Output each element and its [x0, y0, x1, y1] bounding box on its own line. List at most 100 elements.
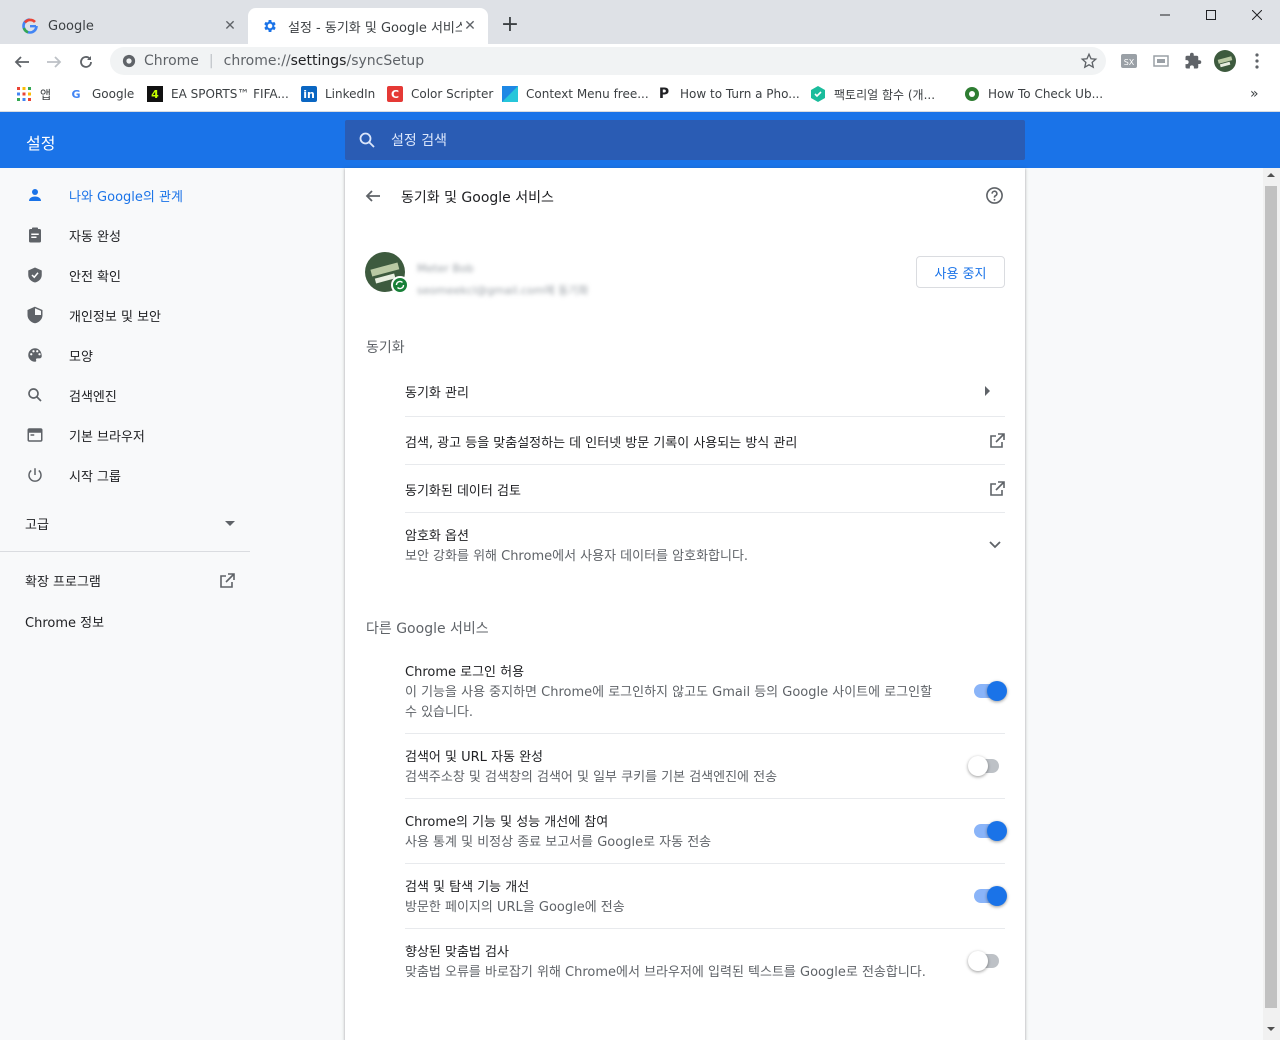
svg-text:SX: SX [1124, 58, 1135, 67]
ea-sports-icon: 4 [147, 86, 163, 102]
bookmark-google[interactable]: G Google [68, 84, 134, 104]
spellcheck-toggle[interactable] [968, 951, 1002, 971]
bookmark-context-menu[interactable]: Context Menu free... [502, 84, 649, 104]
sidebar-item-default-browser[interactable]: 기본 브라우저 [0, 415, 250, 455]
account-email: seomeekcl@gmail.com에 동기화 [417, 284, 589, 297]
palette-icon [25, 345, 45, 365]
tab-title: Google [48, 18, 94, 34]
extensions-puzzle-icon[interactable] [1184, 52, 1202, 70]
row-divider [405, 928, 1005, 929]
extension-sx-icon[interactable]: SX [1120, 52, 1138, 70]
reload-button[interactable] [72, 48, 100, 76]
turn-off-sync-button[interactable]: 사용 중지 [916, 256, 1005, 288]
close-icon[interactable]: ✕ [462, 18, 478, 34]
sidebar-item-search-engine[interactable]: 검색엔진 [0, 375, 250, 415]
address-bar[interactable]: Chrome | chrome://settings/syncSetup [110, 47, 1106, 75]
window-close-button[interactable] [1234, 0, 1280, 30]
sidebar-item-label: 시작 그룹 [69, 469, 121, 485]
more-menu-icon[interactable] [1248, 52, 1266, 70]
spellcheck-row: 향상된 맞춤법 검사 맞춤법 오류를 바로잡기 위해 Chrome에서 브라우저… [405, 945, 926, 980]
chevron-down-icon[interactable] [989, 541, 1001, 549]
bookmark-factorial[interactable]: 팩토리얼 함수 (개... [810, 84, 935, 104]
open-in-new-icon [219, 572, 235, 589]
settings-gear-icon [262, 18, 278, 34]
bookmark-apps[interactable]: 앱 [16, 84, 51, 104]
row-divider [405, 798, 1005, 799]
bookmark-check-ubuntu[interactable]: How To Check Ub... [964, 84, 1103, 104]
sidebar-item-on-startup[interactable]: 시작 그룹 [0, 455, 250, 495]
tab-title: 설정 - 동기화 및 Google 서비스 [288, 20, 462, 36]
new-tab-button[interactable]: + [498, 14, 522, 38]
bookmark-color-scripter[interactable]: C Color Scripter [387, 84, 493, 104]
sidebar-item-label: 자동 완성 [69, 229, 121, 245]
bookmark-ea-sports[interactable]: 4 EA SPORTS™ FIFA... [147, 84, 289, 104]
improve-chrome-row: Chrome의 기능 및 성능 개선에 참여 사용 통계 및 비정상 종료 보고… [405, 815, 712, 850]
gear-site-icon [964, 86, 980, 102]
scrollbar-thumb[interactable] [1265, 186, 1277, 1008]
row-divider [405, 464, 1005, 465]
improve-search-toggle[interactable] [971, 886, 1007, 906]
review-synced-data-row[interactable]: 동기화된 데이터 검토 [405, 479, 1005, 499]
sidebar-divider [0, 551, 250, 552]
extension-screen-icon[interactable] [1152, 52, 1170, 70]
url-text: chrome://settings/syncSetup [223, 53, 425, 69]
power-icon [25, 465, 45, 485]
improve-chrome-toggle[interactable] [971, 821, 1007, 841]
scroll-down-arrow-icon[interactable] [1267, 1026, 1275, 1032]
tab-google[interactable]: Google ✕ [8, 8, 248, 44]
p-site-icon: P [658, 86, 670, 102]
settings-search-input[interactable]: 설정 검색 [345, 120, 1025, 160]
sidebar-item-autofill[interactable]: 자동 완성 [0, 215, 250, 255]
bookmark-star-icon[interactable] [1080, 52, 1098, 70]
help-icon[interactable] [985, 186, 1004, 205]
autocomplete-toggle[interactable] [968, 756, 1002, 776]
shield-half-icon [25, 305, 45, 325]
apps-grid-icon [16, 86, 32, 102]
clipboard-icon [25, 225, 45, 245]
sidebar-about-chrome[interactable]: Chrome 정보 [25, 612, 104, 631]
row-divider [405, 416, 1005, 417]
sidebar-item-label: 안전 확인 [69, 269, 121, 285]
back-arrow-icon[interactable] [365, 188, 381, 204]
caret-down-icon [225, 520, 235, 527]
sidebar-item-label: 검색엔진 [69, 389, 117, 405]
bookmark-turn-photo[interactable]: P How to Turn a Pho... [656, 84, 800, 104]
open-in-new-icon [989, 433, 1005, 449]
row-divider [405, 863, 1005, 864]
autocomplete-row: 검색어 및 URL 자동 완성 검색주소창 및 검색창의 검색어 및 일부 쿠키… [405, 750, 778, 785]
linkedin-icon: in [301, 86, 317, 102]
close-icon[interactable]: ✕ [222, 18, 238, 34]
tab-settings[interactable]: 설정 - 동기화 및 Google 서비스 ✕ [248, 8, 488, 44]
sidebar-item-label: 나와 Google의 관계 [69, 189, 183, 205]
chrome-icon [122, 54, 136, 68]
back-button[interactable] [8, 48, 36, 76]
color-scripter-icon: C [387, 86, 403, 102]
account-avatar [365, 252, 409, 296]
other-services-section-title: 다른 Google 서비스 [366, 621, 489, 637]
sidebar-extensions[interactable]: 확장 프로그램 [25, 571, 235, 590]
sidebar-item-privacy[interactable]: 개인정보 및 보안 [0, 295, 250, 335]
sync-manage-row[interactable]: 동기화 관리 [405, 382, 1005, 401]
sidebar-advanced[interactable]: 고급 [25, 514, 235, 533]
person-icon [25, 185, 45, 205]
sidebar-item-safety-check[interactable]: 안전 확인 [0, 255, 250, 295]
search-placeholder: 설정 검색 [391, 133, 447, 149]
browser-window-icon [25, 425, 45, 445]
row-divider [405, 512, 1005, 513]
sidebar-item-you-and-google[interactable]: 나와 Google의 관계 [0, 175, 250, 215]
google-g-icon [22, 18, 38, 34]
bookmark-linkedin[interactable]: in LinkedIn [301, 84, 375, 104]
profile-avatar[interactable] [1214, 50, 1236, 72]
forward-button[interactable] [40, 48, 68, 76]
maximize-button[interactable] [1188, 0, 1234, 30]
sidebar-item-appearance[interactable]: 모양 [0, 335, 250, 375]
sidebar-advanced-label: 고급 [25, 518, 49, 533]
row-divider [405, 733, 1005, 734]
web-history-row[interactable]: 검색, 광고 등을 맞춤설정하는 데 인터넷 방문 기록이 사용되는 방식 관리 [405, 431, 1005, 451]
scroll-up-arrow-icon[interactable] [1267, 172, 1275, 178]
shield-site-icon [810, 86, 826, 102]
allow-signin-toggle[interactable] [971, 681, 1007, 701]
bookmarks-overflow-button[interactable]: » [1250, 84, 1259, 104]
minimize-button[interactable] [1142, 0, 1188, 30]
encryption-options-row[interactable]: 암호화 옵션 보안 강화를 위해 Chrome에서 사용자 데이터를 암호화합니… [405, 525, 1005, 567]
